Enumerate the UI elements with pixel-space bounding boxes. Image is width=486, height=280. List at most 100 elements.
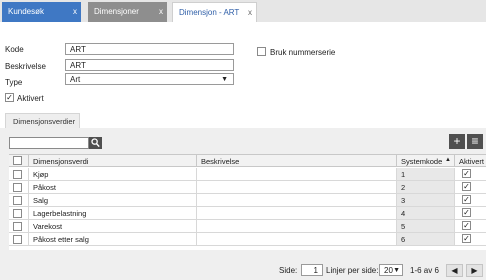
search-input[interactable] [9,137,89,149]
chevron-down-icon: ▼ [393,267,400,274]
kode-value: ART [70,45,86,54]
aktivert-cell: ✓ [455,233,486,246]
table-row[interactable]: Varekost 5 ✓ [9,220,486,233]
header-label: Systemkode [401,157,443,166]
tab-dimensjonsverdier[interactable]: Dimensjonsverdier [5,113,80,128]
aktivert-row-checkbox[interactable]: ✓ [462,169,471,178]
beskrivelse-cell[interactable] [197,168,397,181]
chevron-right-icon: ▶ [471,266,478,275]
tab-dimensjoner[interactable]: Dimensjoner x [88,2,167,22]
dimensjonsverdi-cell[interactable]: Varekost [29,220,197,233]
header-systemkode[interactable]: Systemkode ▲ [397,155,455,167]
tab-kundesok[interactable]: Kundesøk x [2,2,81,22]
subtab-label: Dimensjonsverdier [13,117,76,126]
table-row[interactable]: Salg 3 ✓ [9,194,486,207]
sort-asc-icon: ▲ [445,157,451,163]
table-row[interactable]: Lagerbelastning 4 ✓ [9,207,486,220]
systemkode-cell: 1 [397,168,455,181]
plus-icon: + [453,134,461,148]
beskrivelse-cell[interactable] [197,181,397,194]
aktivert-cell: ✓ [455,207,486,220]
aktivert-row-checkbox[interactable]: ✓ [462,195,471,204]
aktivert-label: Aktivert [17,94,44,103]
check-icon: ✓ [463,208,470,217]
row-select-cell [9,207,29,220]
type-value: Art [70,75,81,84]
row-select-checkbox[interactable] [13,183,22,192]
linjer-per-side-label: Linjer per side: [326,266,379,275]
row-select-checkbox[interactable] [13,209,22,218]
row-select-cell [9,181,29,194]
menu-icon: ≡ [471,134,479,148]
header-dimensjonsverdi[interactable]: Dimensjonsverdi [29,155,197,167]
beskrivelse-cell[interactable] [197,220,397,233]
lines-per-page-value: 20 [384,266,393,275]
row-select-cell [9,233,29,246]
dimensjonsverdi-cell[interactable]: Påkost [29,181,197,194]
bruk-nummerserie-label: Bruk nummerserie [270,48,336,57]
type-label: Type [5,78,23,87]
row-select-checkbox[interactable] [13,170,22,179]
row-select-cell [9,194,29,207]
prev-page-button[interactable]: ◀ [446,264,463,277]
row-select-checkbox[interactable] [13,222,22,231]
chevron-left-icon: ◀ [451,266,458,275]
header-select-all[interactable] [9,155,29,167]
close-icon[interactable]: x [248,8,252,17]
bruk-nummerserie-checkbox[interactable] [257,47,266,56]
aktivert-cell: ✓ [455,194,486,207]
search-button[interactable] [89,137,102,149]
tab-label: Kundesøk [8,7,45,16]
aktivert-row-checkbox[interactable]: ✓ [462,221,471,230]
systemkode-cell: 2 [397,181,455,194]
header-label: Dimensjonsverdi [33,157,89,166]
row-select-checkbox[interactable] [13,235,22,244]
check-icon: ✓ [463,182,470,191]
page-number-input[interactable]: 1 [301,264,323,276]
systemkode-cell: 3 [397,194,455,207]
kode-field[interactable]: ART [65,43,234,55]
table-row[interactable]: Påkost etter salg 6 ✓ [9,233,486,246]
aktivert-row-checkbox[interactable]: ✓ [462,234,471,243]
header-label: Beskrivelse [201,157,240,166]
kode-label: Kode [5,45,24,54]
close-icon[interactable]: x [73,7,77,16]
chevron-down-icon: ▼ [221,76,228,83]
tab-label: Dimensjon - ART [179,8,240,17]
lines-per-page-select[interactable]: 20 ▼ [379,264,403,276]
check-icon: ✓ [463,221,470,230]
dimensjonsverdi-cell[interactable]: Påkost etter salg [29,233,197,246]
aktivert-row-checkbox[interactable]: ✓ [462,208,471,217]
aktivert-cell: ✓ [455,168,486,181]
aktivert-row-checkbox[interactable]: ✓ [462,182,471,191]
tab-dimensjon-art[interactable]: Dimensjon - ART x [172,2,257,22]
add-button[interactable]: + [449,134,465,149]
header-label: Aktivert [459,157,485,166]
aktivert-checkbox[interactable]: ✓ [5,93,14,102]
dimensjonsverdier-table: Dimensjonsverdi Beskrivelse Systemkode ▲… [9,154,486,250]
tab-bar: Kundesøk x Dimensjoner x Dimensjon - ART… [0,0,486,22]
menu-button[interactable]: ≡ [467,134,483,149]
table-row[interactable]: Kjøp 1 ✓ [9,168,486,181]
close-icon[interactable]: x [159,7,163,16]
beskrivelse-cell[interactable] [197,233,397,246]
side-label: Side: [279,266,298,275]
row-select-checkbox[interactable] [13,196,22,205]
select-all-checkbox[interactable] [13,156,22,165]
dimensjonsverdi-cell[interactable]: Salg [29,194,197,207]
type-select[interactable]: Art ▼ [65,73,234,85]
page-number-value: 1 [313,266,318,275]
row-select-cell [9,220,29,233]
table-row[interactable]: Påkost 2 ✓ [9,181,486,194]
next-page-button[interactable]: ▶ [466,264,483,277]
header-aktivert[interactable]: Aktivert [455,155,486,167]
header-beskrivelse[interactable]: Beskrivelse [197,155,397,167]
beskrivelse-cell[interactable] [197,207,397,220]
beskrivelse-cell[interactable] [197,194,397,207]
systemkode-cell: 6 [397,233,455,246]
beskrivelse-field[interactable]: ART [65,59,234,71]
check-icon: ✓ [463,169,470,178]
dimensjonsverdi-cell[interactable]: Kjøp [29,168,197,181]
check-icon: ✓ [463,234,470,243]
dimensjonsverdi-cell[interactable]: Lagerbelastning [29,207,197,220]
